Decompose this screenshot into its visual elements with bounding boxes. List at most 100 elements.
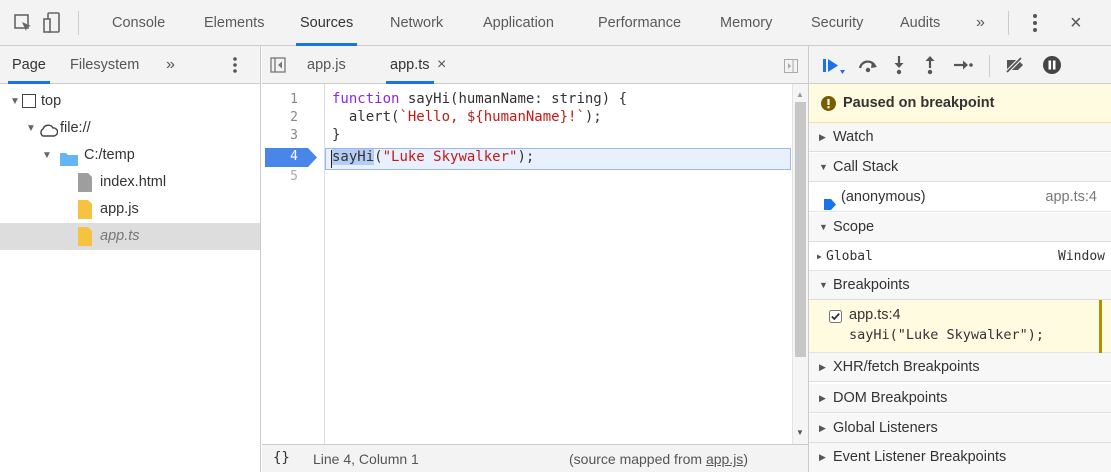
close-tab-icon[interactable]: ×: [437, 46, 446, 84]
toolbar-divider: [78, 11, 79, 35]
navigator-menu-icon[interactable]: [232, 56, 238, 74]
code-text: (: [374, 149, 383, 165]
collapsed-triangle-icon: ▶: [819, 132, 826, 142]
pretty-print-button[interactable]: {}: [273, 450, 290, 466]
breakpoint-checkbox[interactable]: [829, 310, 842, 323]
scrollbar-thumb[interactable]: [795, 102, 806, 357]
tree-label: C:/temp: [84, 147, 135, 163]
tree-item-top[interactable]: ▼ top: [0, 88, 260, 115]
step-out-icon[interactable]: [923, 55, 937, 75]
line-number[interactable]: 1: [264, 92, 298, 107]
section-xhr-breakpoints[interactable]: ▶ XHR/fetch Breakpoints: [809, 353, 1111, 382]
frame-location[interactable]: app.ts:4: [1045, 183, 1097, 212]
section-title: Breakpoints: [833, 277, 910, 293]
step-into-icon[interactable]: [892, 55, 906, 75]
section-call-stack[interactable]: ▼ Call Stack: [809, 153, 1111, 182]
code-line: alert(`Hello, ${humanName}!`);: [332, 109, 602, 125]
tree-item-folder[interactable]: ▼ C:/temp: [0, 142, 260, 169]
code-line: }: [332, 127, 340, 143]
expand-triangle-icon[interactable]: ▼: [26, 115, 36, 142]
source-map-link[interactable]: app.js: [706, 451, 743, 467]
tab-filesystem[interactable]: Filesystem: [70, 46, 139, 84]
tree-item-file-selected[interactable]: app.ts: [0, 223, 260, 250]
device-toolbar-icon[interactable]: [42, 11, 62, 35]
more-navigator-tabs[interactable]: »: [166, 46, 175, 84]
line-number[interactable]: 2: [264, 110, 298, 125]
section-title: XHR/fetch Breakpoints: [833, 359, 980, 375]
debugger-toolbar: [808, 46, 1111, 84]
close-devtools-button[interactable]: ×: [1070, 0, 1082, 46]
scroll-up-icon[interactable]: ▲: [796, 90, 804, 99]
expanded-triangle-icon: ▼: [819, 280, 828, 290]
code-text: );: [584, 109, 602, 125]
toggle-navigator-icon[interactable]: [270, 57, 286, 73]
navigator-tabbar: Page Filesystem »: [0, 46, 261, 84]
pause-on-exceptions-icon[interactable]: [1042, 55, 1062, 75]
tab-memory[interactable]: Memory: [720, 0, 772, 46]
keyword: function: [332, 91, 400, 107]
scope-global[interactable]: ▶ Global Window: [809, 242, 1111, 271]
call-frame[interactable]: (anonymous) app.ts:4: [809, 183, 1111, 212]
cloud-icon: [38, 121, 59, 137]
breakpoint-code: sayHi("Luke Skywalker");: [849, 327, 1045, 343]
tree-item-file[interactable]: app.js: [0, 196, 260, 223]
collapsed-triangle-icon: ▶: [819, 393, 826, 403]
code-editor[interactable]: [262, 84, 794, 444]
tab-console[interactable]: Console: [112, 0, 165, 46]
step-icon[interactable]: [953, 58, 973, 72]
more-tabs-button[interactable]: »: [976, 0, 985, 46]
tab-audits[interactable]: Audits: [900, 0, 940, 46]
breakpoint-location: app.ts:4: [849, 307, 901, 323]
devtools-toolbar: Console Elements Sources Network Applica…: [0, 0, 1111, 46]
section-event-listener-breakpoints[interactable]: ▶ Event Listener Breakpoints: [809, 443, 1111, 472]
file-tab-app-js[interactable]: app.js: [307, 46, 346, 84]
collapsed-triangle-icon: ▶: [819, 423, 826, 433]
toolbar-divider: [1008, 11, 1009, 35]
section-breakpoints[interactable]: ▼ Breakpoints: [809, 271, 1111, 300]
breakpoint-entry[interactable]: app.ts:4 sayHi("Luke Skywalker");: [809, 300, 1111, 353]
source-map-info: (source mapped from app.js): [569, 451, 748, 467]
info-icon: [821, 96, 836, 111]
section-global-listeners[interactable]: ▶ Global Listeners: [809, 414, 1111, 443]
line-number[interactable]: 3: [264, 128, 298, 143]
section-scope[interactable]: ▼ Scope: [809, 213, 1111, 242]
expand-triangle-icon[interactable]: ▼: [42, 142, 52, 169]
section-dom-breakpoints[interactable]: ▶ DOM Breakpoints: [809, 384, 1111, 413]
tree-label: app.ts: [100, 228, 140, 244]
tab-sources[interactable]: Sources: [295, 0, 358, 46]
scroll-down-icon[interactable]: ▼: [796, 428, 804, 437]
scope-name: Global: [826, 249, 873, 264]
line-number-breakpoint[interactable]: 4: [264, 149, 298, 164]
tree-label: top: [41, 93, 62, 109]
code-line-current: sayHi("Luke Skywalker");: [332, 149, 534, 165]
step-over-icon[interactable]: [857, 56, 879, 74]
folder-icon: [60, 149, 78, 166]
section-title: Scope: [833, 219, 875, 235]
active-breakpoint-indicator: [1099, 300, 1102, 353]
collapsed-triangle-icon: ▶: [819, 452, 826, 462]
tree-item-origin[interactable]: ▼ file://: [0, 115, 260, 142]
deactivate-breakpoints-icon[interactable]: [1004, 55, 1028, 75]
toggle-debugger-icon[interactable]: [784, 59, 798, 73]
inspect-element-icon[interactable]: [13, 13, 33, 33]
kebab-menu-icon[interactable]: [1032, 13, 1038, 33]
tab-application[interactable]: Application: [483, 0, 554, 46]
resume-icon[interactable]: [821, 56, 847, 76]
execution-highlight: sayHi: [332, 149, 375, 165]
string-literal: "Luke Skywalker": [382, 149, 518, 165]
tree-item-file[interactable]: index.html: [0, 169, 260, 196]
file-tab-app-ts[interactable]: app.ts: [386, 46, 433, 84]
editor-tabbar: app.js app.ts ×: [262, 46, 808, 84]
tab-page[interactable]: Page: [8, 46, 50, 84]
tab-network[interactable]: Network: [390, 0, 443, 46]
tab-performance[interactable]: Performance: [598, 0, 681, 46]
tree-label: app.js: [100, 201, 139, 217]
paused-banner: Paused on breakpoint: [809, 84, 1111, 123]
string-literal: `Hello, ${humanName}!`: [399, 109, 585, 125]
line-number[interactable]: 5: [264, 169, 298, 184]
tab-security[interactable]: Security: [811, 0, 863, 46]
tab-elements[interactable]: Elements: [204, 0, 264, 46]
section-title: Event Listener Breakpoints: [833, 449, 1007, 465]
expand-triangle-icon[interactable]: ▼: [10, 88, 20, 115]
section-watch[interactable]: ▶ Watch: [809, 123, 1111, 152]
